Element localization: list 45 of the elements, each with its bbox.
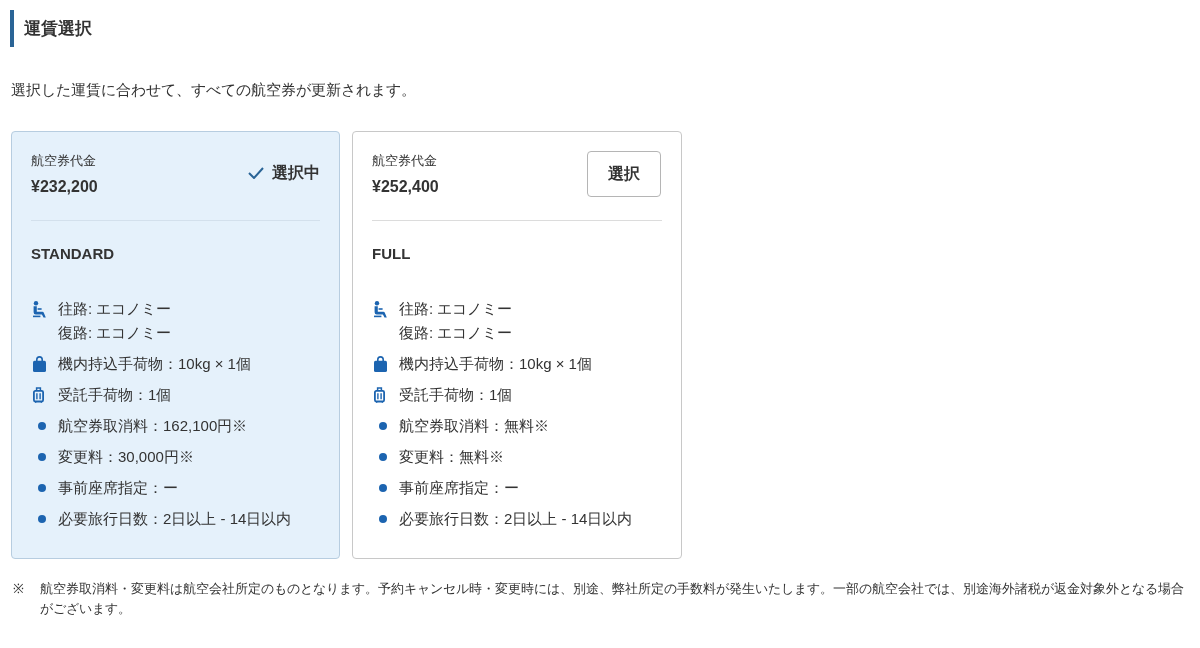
- suitcase-icon: [374, 387, 385, 403]
- fare-card[interactable]: 航空券代金 ¥232,200 選択中 STANDARD 往路: エコノミー 復路: エコノミー 機内持込手荷物：10kg × 1個 受託手荷物：1個 航空券取消料：162,100円※ 変更料：30,000円※ 事前座席指定：ー 必要旅行日数：2日以上 - 14日以内: [11, 131, 340, 559]
- feature-text: 事前座席指定：ー: [399, 478, 519, 498]
- fare-price: ¥232,200: [31, 177, 98, 197]
- bag-icon: [374, 356, 387, 372]
- check-icon: [248, 167, 264, 179]
- bag-icon: [33, 356, 46, 372]
- section-title: 運賃選択: [10, 10, 1192, 47]
- bullet-icon: [379, 484, 387, 492]
- feature-text: 復路: エコノミー: [58, 323, 172, 343]
- price-label: 航空券代金: [31, 152, 97, 170]
- feature-text: 往路: エコノミー: [58, 299, 172, 319]
- feature-text: 航空券取消料：無料※: [399, 416, 549, 436]
- feature-text: 航空券取消料：162,100円※: [58, 416, 248, 436]
- suitcase-icon: [33, 387, 44, 403]
- price-label: 航空券代金: [372, 152, 438, 170]
- bullet-icon: [379, 515, 387, 523]
- selected-status: 選択中: [272, 163, 320, 183]
- bullet-icon: [38, 515, 46, 523]
- feature-text: 往路: エコノミー: [399, 299, 513, 319]
- fare-name: STANDARD: [31, 244, 116, 264]
- bullet-icon: [38, 484, 46, 492]
- feature-text: 機内持込手荷物：10kg × 1個: [399, 354, 592, 374]
- footnote-mark: ※: [12, 580, 25, 598]
- footnote-text: 航空券取消料・変更料は航空会社所定のものとなります。予約キャンセル時・変更時には、別途、弊社所定の手数料が発生いたします。一部の航空会社では、別途海外諸税が返金対象外となる場合がございます。: [40, 580, 1185, 618]
- bullet-icon: [38, 453, 46, 461]
- seated-person-icon: [374, 300, 388, 318]
- feature-text: 必要旅行日数：2日以上 - 14日以内: [399, 509, 633, 529]
- feature-text: 受託手荷物：1個: [399, 385, 513, 405]
- feature-text: 機内持込手荷物：10kg × 1個: [58, 354, 251, 374]
- bullet-icon: [379, 422, 387, 430]
- feature-text: 変更料：無料※: [399, 447, 504, 467]
- intro-text: 選択した運賃に合わせて、すべての航空券が更新されます。: [11, 80, 417, 100]
- feature-text: 必要旅行日数：2日以上 - 14日以内: [58, 509, 292, 529]
- fare-name: FULL: [372, 244, 412, 264]
- fare-price: ¥252,400: [372, 177, 439, 197]
- bullet-icon: [379, 453, 387, 461]
- feature-text: 事前座席指定：ー: [58, 478, 178, 498]
- feature-text: 変更料：30,000円※: [58, 447, 194, 467]
- bullet-icon: [38, 422, 46, 430]
- select-button[interactable]: 選択: [587, 151, 661, 197]
- feature-text: 受託手荷物：1個: [58, 385, 172, 405]
- fare-card[interactable]: 航空券代金 ¥252,400 選択 FULL 往路: エコノミー 復路: エコノミー 機内持込手荷物：10kg × 1個 受託手荷物：1個 航空券取消料：無料※ 変更料：無料※ 事前座席指定：ー 必要旅行日数：2日以上 - 14日以内: [352, 131, 682, 559]
- seated-person-icon: [33, 300, 47, 318]
- feature-text: 復路: エコノミー: [399, 323, 513, 343]
